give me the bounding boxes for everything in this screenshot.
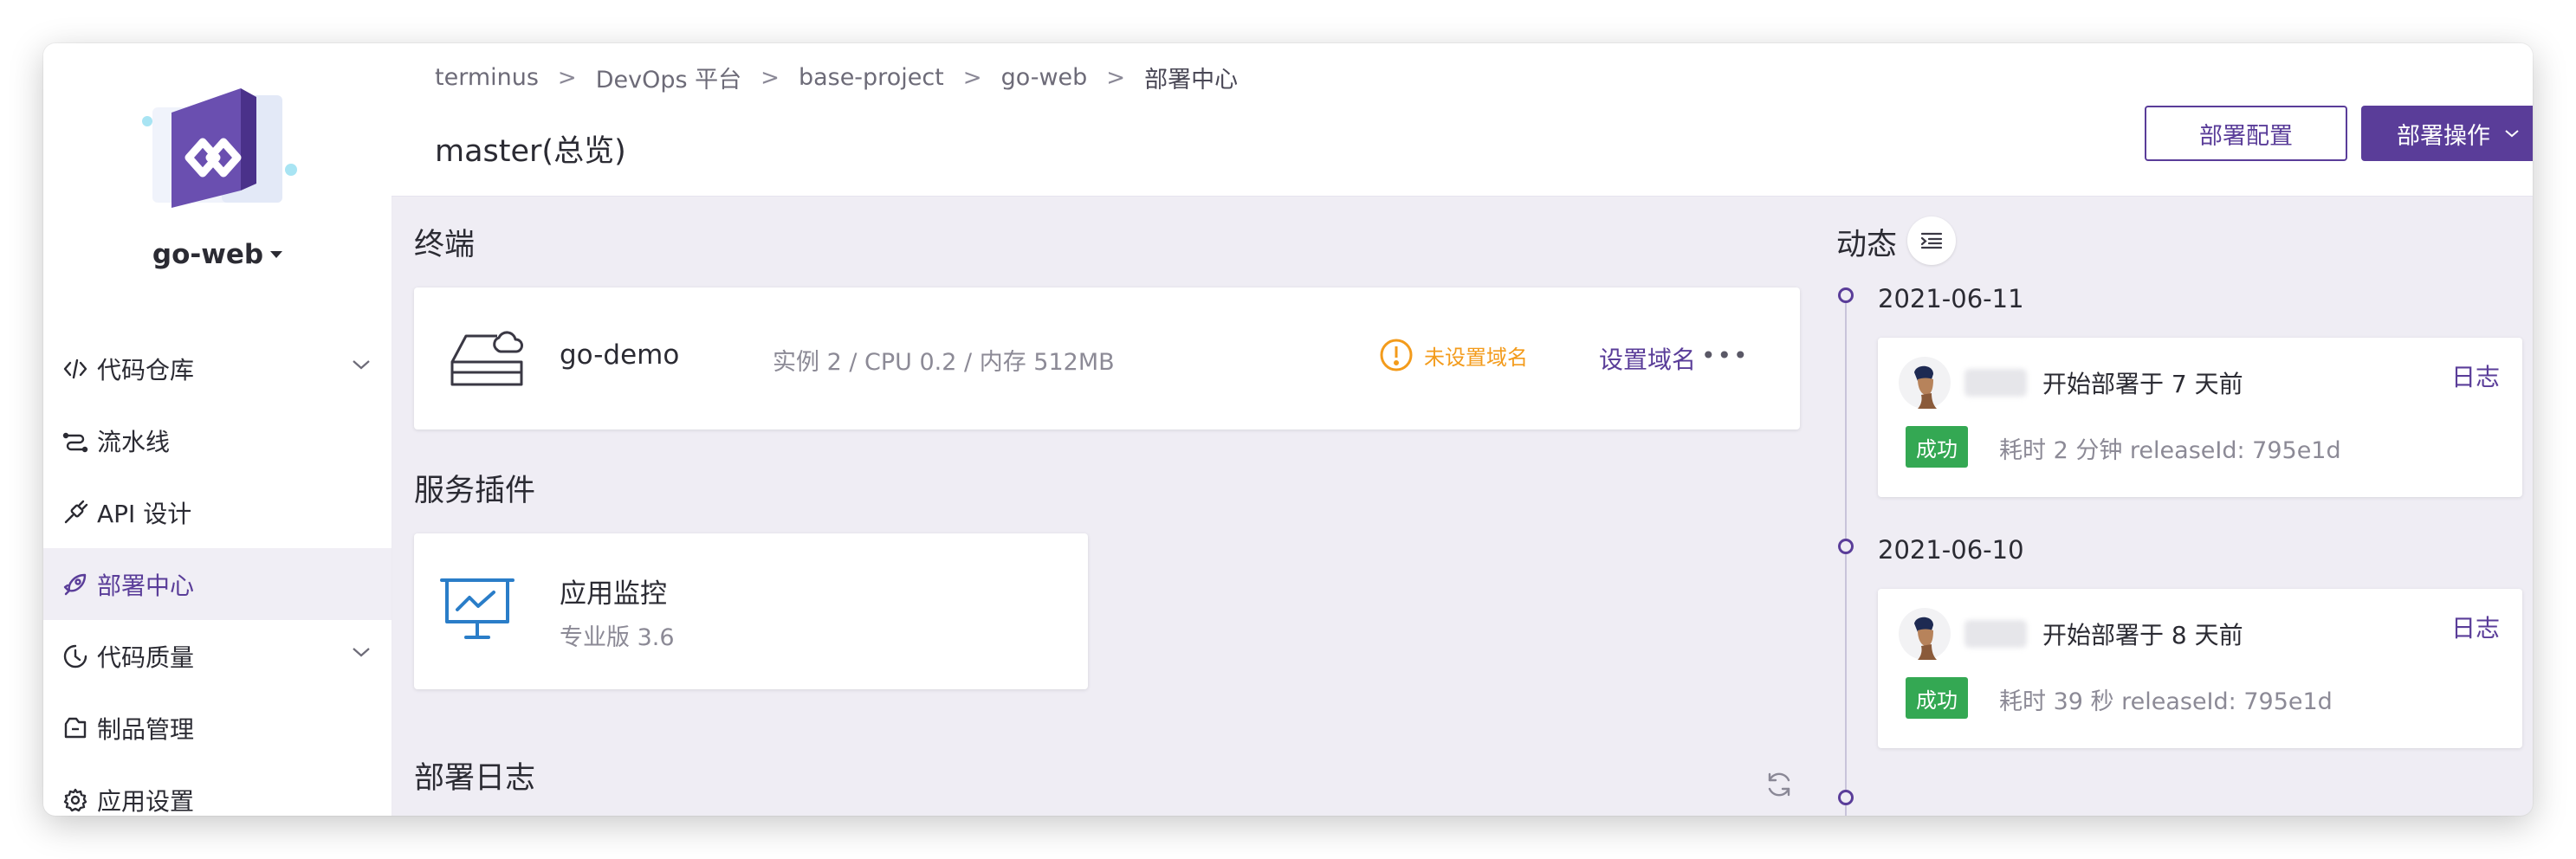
rocket-icon (62, 572, 88, 597)
sidebar-item-api-design[interactable]: API 设计 (43, 476, 392, 548)
collapse-panel-button[interactable] (1907, 216, 1956, 265)
pipeline-icon (62, 428, 88, 454)
refresh-icon[interactable] (1764, 769, 1795, 800)
avatar (1899, 608, 1951, 660)
sidebar-item-deploy-center[interactable]: 部署中心 (43, 548, 392, 620)
code-icon (62, 356, 88, 382)
breadcrumb-separator: > (1106, 64, 1126, 91)
server-cloud-icon (450, 331, 523, 386)
blurred-username (1964, 369, 2027, 397)
terminal-section-title: 终端 (414, 228, 476, 262)
sidebar-item-label: 流水线 (97, 427, 171, 456)
record-date: 2021-06-10 (1878, 535, 2024, 565)
timeline-line (1845, 296, 1847, 816)
indent-menu-icon (1920, 232, 1943, 249)
sidebar-item-code-quality[interactable]: 代码质量 (43, 620, 392, 692)
chevron-down-icon (353, 360, 370, 370)
quality-icon (62, 643, 88, 669)
breadcrumb-current: 部署中心 (1144, 67, 1239, 94)
deploy-record-card: 开始部署于 8 天前 日志 成功 耗时 39 秒 releaseId: 795e… (1878, 589, 2522, 748)
avatar (1899, 357, 1951, 409)
activity-title: 动态 (1836, 228, 1898, 262)
breadcrumb-item[interactable]: base-project (799, 64, 944, 91)
deploy-action-button[interactable]: 部署操作 (2361, 106, 2533, 161)
sidebar-nav: 代码仓库 流水线 API 设计 部署中心 代码质量 制品管理 应用设置 (43, 333, 392, 816)
breadcrumb-item[interactable]: terminus (435, 64, 539, 91)
deploy-log-title: 部署日志 (414, 761, 536, 796)
app-logo (142, 88, 297, 208)
set-domain-link[interactable]: 设置域名 (1599, 341, 1696, 376)
api-icon (62, 500, 88, 526)
breadcrumb-separator: > (761, 64, 780, 91)
timeline-dot (1838, 539, 1854, 554)
monitor-chart-icon (440, 578, 515, 639)
breadcrumb: terminus > DevOps 平台 > base-project > go… (435, 61, 1238, 94)
record-date: 2021-06-11 (1878, 284, 2024, 313)
plugin-version: 专业版 3.6 (560, 624, 675, 651)
status-badge: 成功 (1906, 426, 1968, 468)
sidebar-item-pipeline[interactable]: 流水线 (43, 404, 392, 476)
sidebar-item-label: 制品管理 (97, 714, 195, 744)
plugins-section-title: 服务插件 (414, 474, 536, 508)
sidebar-item-label: 代码仓库 (97, 355, 195, 384)
chevron-down-icon (2505, 130, 2519, 138)
record-text: 开始部署于 7 天前 (2042, 370, 2243, 398)
status-badge: 成功 (1906, 677, 1968, 719)
info-warning-icon (1380, 339, 1413, 371)
record-text: 开始部署于 8 天前 (2042, 621, 2243, 649)
app-window: go-web 代码仓库 流水线 API 设计 部署中心 代码质量 制品管理 应用… (43, 43, 2533, 816)
sidebar-item-label: 部署中心 (97, 571, 195, 600)
terminal-card: go-demo 实例 2 / CPU 0.2 / 内存 512MB 未设置域名 … (414, 287, 1800, 430)
record-meta: 耗时 39 秒 releaseId: 795e1d (1999, 688, 2333, 715)
domain-warning: 未设置域名 (1379, 338, 1528, 372)
record-meta: 耗时 2 分钟 releaseId: 795e1d (1999, 437, 2341, 464)
deploy-config-button[interactable]: 部署配置 (2145, 106, 2347, 161)
breadcrumb-item[interactable]: DevOps 平台 (596, 61, 741, 94)
breadcrumb-separator: > (962, 64, 982, 91)
more-options-icon[interactable]: ••• (1701, 341, 1750, 370)
breadcrumb-item[interactable]: go-web (1001, 64, 1088, 91)
view-log-link[interactable]: 日志 (2451, 358, 2500, 393)
package-icon (62, 715, 88, 741)
app-name: go-web (152, 239, 264, 270)
app-switcher[interactable]: go-web (43, 239, 392, 270)
sidebar-item-artifacts[interactable]: 制品管理 (43, 692, 392, 764)
deploy-action-label: 部署操作 (2397, 122, 2490, 150)
terminal-name: go-demo (560, 339, 680, 371)
chevron-down-icon (353, 648, 370, 657)
caret-down-icon (270, 251, 283, 258)
sidebar-item-code-repo[interactable]: 代码仓库 (43, 333, 392, 404)
domain-warning-text: 未设置域名 (1424, 345, 1528, 370)
breadcrumb-separator: > (557, 64, 577, 91)
page-title: master(总览) (435, 134, 626, 169)
blurred-username (1964, 620, 2027, 648)
deploy-record-card: 开始部署于 7 天前 日志 成功 耗时 2 分钟 releaseId: 795e… (1878, 338, 2522, 497)
sidebar-item-app-settings[interactable]: 应用设置 (43, 764, 392, 816)
gear-icon (62, 787, 88, 813)
terminal-spec: 实例 2 / CPU 0.2 / 内存 512MB (773, 349, 1115, 376)
deploy-config-label: 部署配置 (2199, 122, 2293, 150)
sidebar-item-label: 应用设置 (97, 786, 195, 816)
timeline-dot (1838, 790, 1854, 805)
timeline-dot (1838, 287, 1854, 303)
view-log-link[interactable]: 日志 (2451, 610, 2500, 644)
sidebar-item-label: 代码质量 (97, 643, 195, 672)
plugin-card[interactable]: 应用监控 专业版 3.6 (414, 533, 1088, 689)
sidebar: go-web 代码仓库 流水线 API 设计 部署中心 代码质量 制品管理 应用… (43, 43, 392, 816)
plugin-name: 应用监控 (560, 578, 667, 610)
sidebar-item-label: API 设计 (97, 499, 192, 528)
